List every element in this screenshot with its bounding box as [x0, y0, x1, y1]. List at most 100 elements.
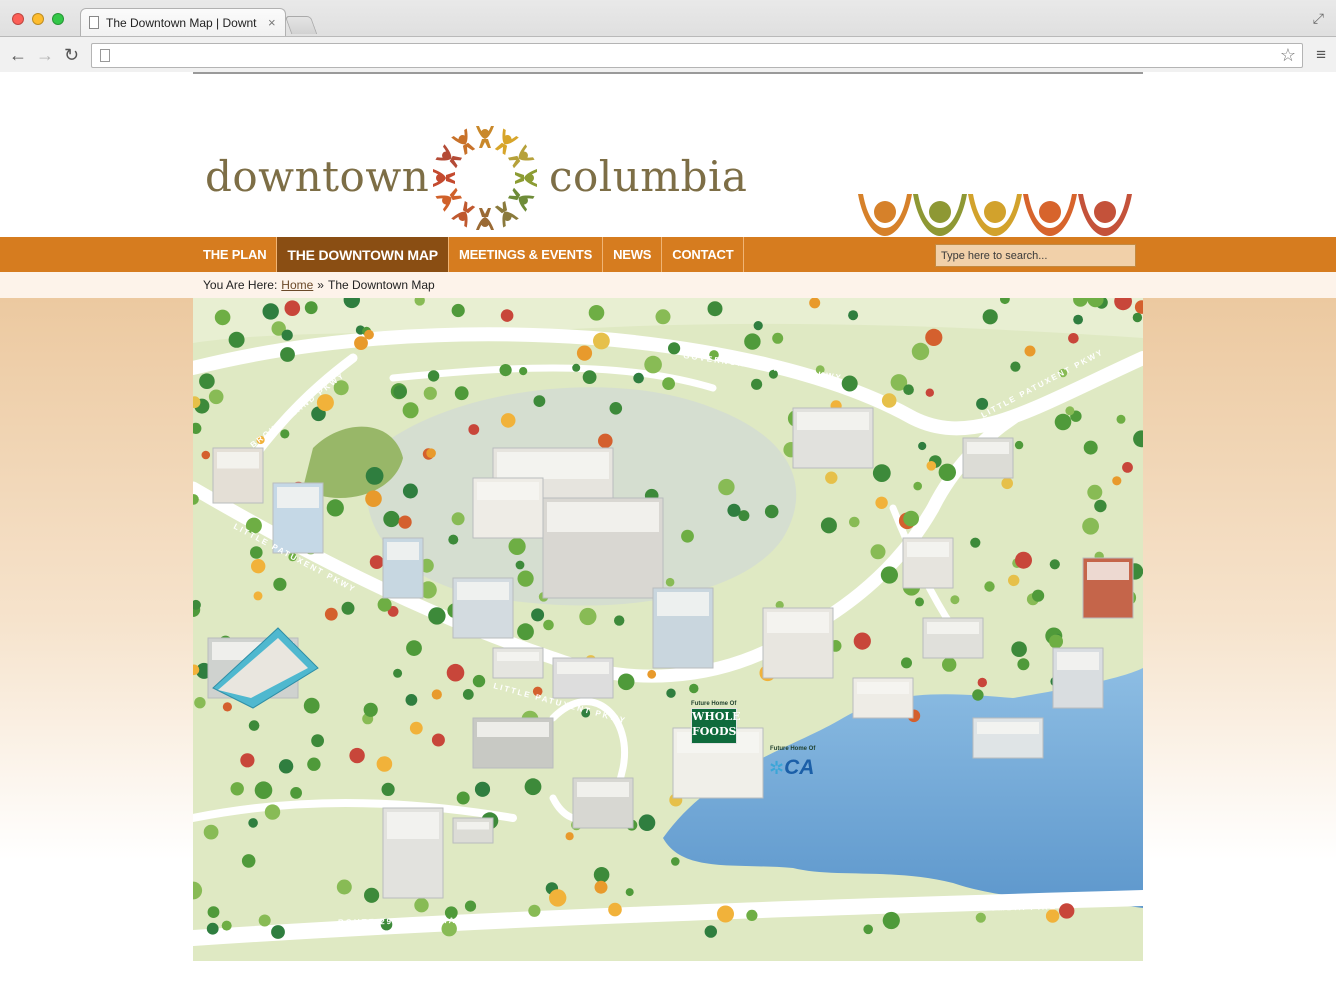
tree — [428, 607, 446, 625]
address-bar[interactable]: ☆ — [91, 43, 1303, 68]
bookmark-star-icon[interactable]: ☆ — [1280, 45, 1296, 66]
tree — [264, 804, 281, 820]
tree — [222, 702, 232, 712]
tree — [376, 756, 393, 772]
nav-item-contact[interactable]: CONTACT — [662, 237, 745, 272]
tree — [662, 377, 675, 390]
building — [652, 587, 714, 669]
tree — [240, 753, 255, 768]
tree — [273, 577, 287, 591]
tree — [1001, 477, 1013, 490]
tree — [414, 898, 429, 913]
tree — [576, 345, 593, 361]
forward-arrow-icon[interactable]: → — [36, 45, 54, 66]
breadcrumb-home-link[interactable]: Home — [281, 278, 313, 292]
site-logo[interactable]: downtown columbia — [205, 122, 747, 234]
tree — [1011, 641, 1027, 657]
building — [552, 657, 614, 699]
tree — [448, 534, 459, 545]
tree — [383, 510, 400, 528]
tree — [753, 321, 763, 331]
tree — [402, 483, 418, 499]
menu-icon[interactable]: ≡ — [1316, 45, 1326, 65]
close-window-button[interactable] — [12, 13, 24, 25]
building — [382, 537, 424, 599]
tree — [647, 669, 657, 679]
tree — [446, 663, 465, 682]
tree — [206, 922, 219, 935]
person-icon — [433, 169, 455, 187]
tree — [617, 673, 635, 691]
tree — [426, 448, 436, 458]
tree — [474, 781, 491, 797]
tree — [746, 909, 758, 922]
tree — [524, 778, 542, 796]
tree — [341, 601, 355, 615]
tree — [326, 499, 344, 517]
tree — [549, 889, 567, 907]
tree — [324, 607, 338, 621]
tree — [853, 632, 871, 650]
tree — [1049, 559, 1060, 570]
person-icon — [1078, 194, 1132, 236]
tree — [1122, 462, 1133, 473]
fullscreen-icon[interactable]: ⤢ — [1313, 10, 1324, 27]
tree — [565, 832, 574, 841]
tree — [519, 367, 528, 376]
nav-item-the-plan[interactable]: THE PLAN — [193, 237, 278, 272]
top-divider — [193, 72, 1143, 74]
whole-foods-logo[interactable]: WHOLE FOODS — [691, 708, 740, 744]
tree — [913, 481, 922, 491]
search-input[interactable] — [935, 244, 1136, 267]
tree — [499, 364, 512, 377]
back-arrow-icon[interactable]: ← — [9, 45, 27, 66]
breadcrumb-separator: » — [317, 278, 324, 292]
tree — [515, 560, 525, 570]
breadcrumb: You Are Here: Home » The Downtown Map — [203, 278, 435, 292]
tree — [825, 471, 838, 484]
tree — [1010, 361, 1021, 372]
tree — [970, 537, 981, 548]
tree — [950, 595, 960, 605]
poi-caption: Future Home Of — [691, 701, 737, 707]
nav-item-meetings-events[interactable]: MEETINGS & EVENTS — [449, 237, 604, 272]
breadcrumb-current: The Downtown Map — [327, 278, 435, 292]
tree — [303, 697, 320, 714]
building — [762, 607, 834, 679]
tree — [1032, 589, 1045, 602]
ca-logo[interactable]: ✲ CA — [769, 756, 814, 780]
building — [212, 447, 264, 504]
zoom-window-button[interactable] — [52, 13, 64, 25]
tree — [707, 301, 723, 317]
tree — [290, 787, 302, 799]
tree — [508, 537, 526, 555]
tree — [258, 914, 271, 927]
nav-item-news[interactable]: NEWS — [603, 237, 663, 272]
minimize-window-button[interactable] — [32, 13, 44, 25]
building — [922, 617, 984, 659]
downtown-map[interactable]: GOVERNOR WARFIELD PKWY LITTLE PATUXENT P… — [193, 298, 1143, 961]
building — [792, 407, 874, 469]
tree — [221, 920, 232, 931]
tree — [614, 615, 625, 626]
person-icon — [913, 194, 967, 236]
tree — [528, 904, 541, 917]
tree — [608, 902, 622, 917]
nav-item-the-downtown-map[interactable]: THE DOWNTOWN MAP — [277, 237, 449, 272]
tree — [872, 464, 891, 482]
tree — [863, 924, 873, 935]
tree — [1017, 658, 1030, 671]
reload-icon[interactable]: ↻ — [64, 45, 79, 66]
new-tab-button[interactable] — [284, 16, 318, 34]
tree — [982, 309, 998, 325]
tab-close-icon[interactable]: × — [268, 15, 276, 30]
tree — [1087, 484, 1103, 500]
people-figures-icon — [858, 194, 1132, 236]
browser-tab[interactable]: The Downtown Map | Downt × — [80, 8, 286, 36]
tree — [594, 880, 608, 894]
tree — [451, 303, 465, 318]
tab-title: The Downtown Map | Downt — [106, 15, 257, 30]
tree — [1112, 476, 1122, 486]
tree — [633, 372, 644, 384]
tree — [875, 496, 888, 509]
